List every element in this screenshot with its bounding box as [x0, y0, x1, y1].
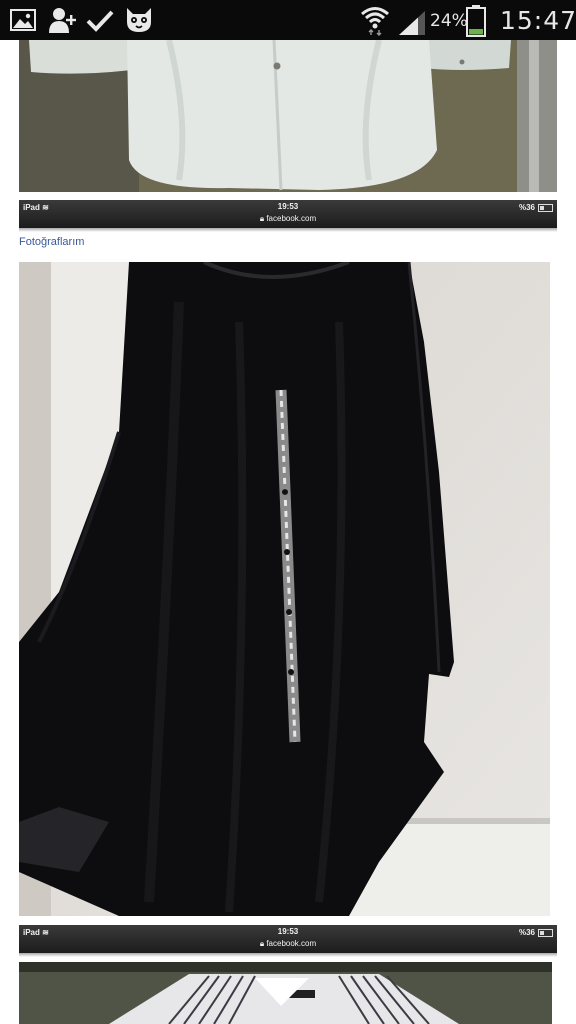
- album-link[interactable]: Fotoğraflarım: [19, 236, 84, 248]
- cat-app-icon: [124, 6, 154, 39]
- gallery-icon: [10, 9, 36, 36]
- ipad-time: 19:53: [277, 927, 299, 936]
- status-bar: 24% 15:47: [0, 0, 576, 40]
- photo-striped-shirt[interactable]: [19, 962, 552, 1024]
- photo-white-shirt[interactable]: [19, 40, 557, 192]
- wifi-icon: [360, 4, 390, 41]
- ipad-url: 🔒︎ facebook.com: [259, 214, 317, 223]
- add-contact-icon: [48, 6, 78, 39]
- battery-percent: 24%: [430, 11, 468, 31]
- ipad-battery-icon: [538, 929, 553, 937]
- clock: 15:47: [500, 6, 576, 35]
- checkmark-icon: [86, 8, 114, 37]
- photo-black-tunic[interactable]: [19, 262, 550, 916]
- ipad-battery-text: %36: [518, 928, 535, 937]
- ipad-battery-text: %36: [518, 203, 535, 212]
- ipad-time: 19:53: [277, 202, 299, 211]
- battery-icon: [466, 5, 486, 42]
- cell-signal-icon: [398, 10, 426, 41]
- ipad-url: 🔒︎ facebook.com: [259, 939, 317, 948]
- ipad-battery-icon: [538, 204, 553, 212]
- ipad-status-bar: iPad ≋ 19:53 🔒︎ facebook.com %36: [19, 200, 557, 232]
- ipad-status-bar: iPad ≋ 19:53 🔒︎ facebook.com %36: [19, 925, 557, 957]
